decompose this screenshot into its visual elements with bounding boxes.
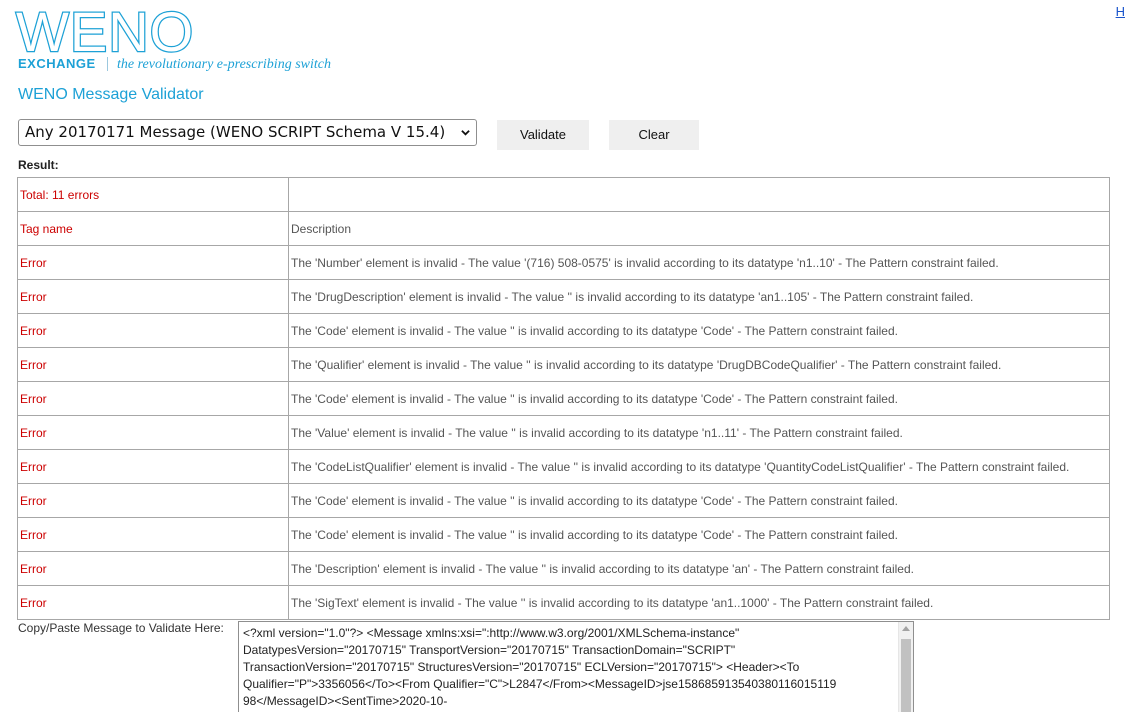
error-description-cell: The 'Code' element is invalid - The valu… xyxy=(288,313,1110,348)
scroll-up-icon[interactable] xyxy=(902,626,910,631)
results-table: Total: 11 errors Tag name Description Er… xyxy=(17,177,1110,620)
error-tag-cell: Error xyxy=(17,279,289,314)
error-description-cell: The 'Code' element is invalid - The valu… xyxy=(288,381,1110,416)
error-tag-cell: Error xyxy=(17,585,289,620)
logo-exchange-text: EXCHANGE xyxy=(18,56,96,71)
table-row: Error The 'Value' element is invalid - Th… xyxy=(17,415,1110,450)
logo-wordmark: WENO xyxy=(15,0,195,63)
result-label: Result: xyxy=(18,158,59,172)
summary-description xyxy=(288,177,1110,212)
scroll-thumb[interactable] xyxy=(901,639,911,712)
table-row: Error The 'Code' element is invalid - The… xyxy=(17,517,1110,552)
validator-page: WENO EXCHANGE the revolutionary e-prescr… xyxy=(0,0,1127,712)
logo-tagline: the revolutionary e-prescribing switch xyxy=(117,57,331,72)
error-description-cell: The 'SigText' element is invalid - The v… xyxy=(288,585,1110,620)
table-row: Error The 'DrugDescription' element is in… xyxy=(17,279,1110,314)
error-description-cell: The 'DrugDescription' element is invalid… xyxy=(288,279,1110,314)
message-scrollbar[interactable] xyxy=(898,622,913,712)
table-row: Error The 'SigText' element is invalid - … xyxy=(17,585,1110,620)
error-description-cell: The 'Description' element is invalid - T… xyxy=(288,551,1110,586)
message-textarea[interactable]: <?xml version="1.0"?> <Message xmlns:xsi… xyxy=(238,621,914,712)
error-description-cell: The 'Number' element is invalid - The va… xyxy=(288,245,1110,280)
summary-row: Total: 11 errors xyxy=(17,177,1110,212)
schema-select-value: Any 20170171 Message (WENO SCRIPT Schema… xyxy=(25,123,446,141)
message-text: <?xml version="1.0"?> <Message xmlns:xsi… xyxy=(243,626,837,708)
table-row: Error The 'Code' element is invalid - The… xyxy=(17,483,1110,518)
error-description-cell: The 'Value' element is invalid - The val… xyxy=(288,415,1110,450)
paste-label: Copy/Paste Message to Validate Here: xyxy=(18,621,224,635)
table-row: Error The 'Number' element is invalid - T… xyxy=(17,245,1110,280)
validate-button[interactable]: Validate xyxy=(497,120,589,150)
error-tag-cell: Error xyxy=(17,381,289,416)
summary-total: Total: 11 errors xyxy=(17,177,289,212)
header-tag-name: Tag name xyxy=(17,211,289,246)
error-description-cell: The 'CodeListQualifier' element is inval… xyxy=(288,449,1110,484)
table-row: Error The 'Code' element is invalid - The… xyxy=(17,381,1110,416)
schema-select[interactable]: Any 20170171 Message (WENO SCRIPT Schema… xyxy=(18,119,477,146)
error-description-cell: The 'Qualifier' element is invalid - The… xyxy=(288,347,1110,382)
error-tag-cell: Error xyxy=(17,551,289,586)
table-row: Error The 'Description' element is invali… xyxy=(17,551,1110,586)
chevron-down-icon xyxy=(461,130,470,136)
logo-divider xyxy=(107,57,108,71)
header-description: Description xyxy=(288,211,1110,246)
error-description-cell: The 'Code' element is invalid - The valu… xyxy=(288,517,1110,552)
error-description-cell: The 'Code' element is invalid - The valu… xyxy=(288,483,1110,518)
error-tag-cell: Error xyxy=(17,449,289,484)
error-tag-cell: Error xyxy=(17,415,289,450)
error-tag-cell: Error xyxy=(17,347,289,382)
page-title: WENO Message Validator xyxy=(18,86,204,103)
table-row: Error The 'Qualifier' element is invalid … xyxy=(17,347,1110,382)
table-row: Error The 'CodeListQualifier' element is … xyxy=(17,449,1110,484)
error-tag-cell: Error xyxy=(17,313,289,348)
weno-logo: WENO EXCHANGE the revolutionary e-prescr… xyxy=(15,0,376,74)
error-tag-cell: Error xyxy=(17,483,289,518)
error-tag-cell: Error xyxy=(17,245,289,280)
table-row: Error The 'Code' element is invalid - The… xyxy=(17,313,1110,348)
error-tag-cell: Error xyxy=(17,517,289,552)
header-row: Tag name Description xyxy=(17,211,1110,246)
corner-link[interactable]: H xyxy=(1116,4,1125,19)
clear-button[interactable]: Clear xyxy=(609,120,699,150)
